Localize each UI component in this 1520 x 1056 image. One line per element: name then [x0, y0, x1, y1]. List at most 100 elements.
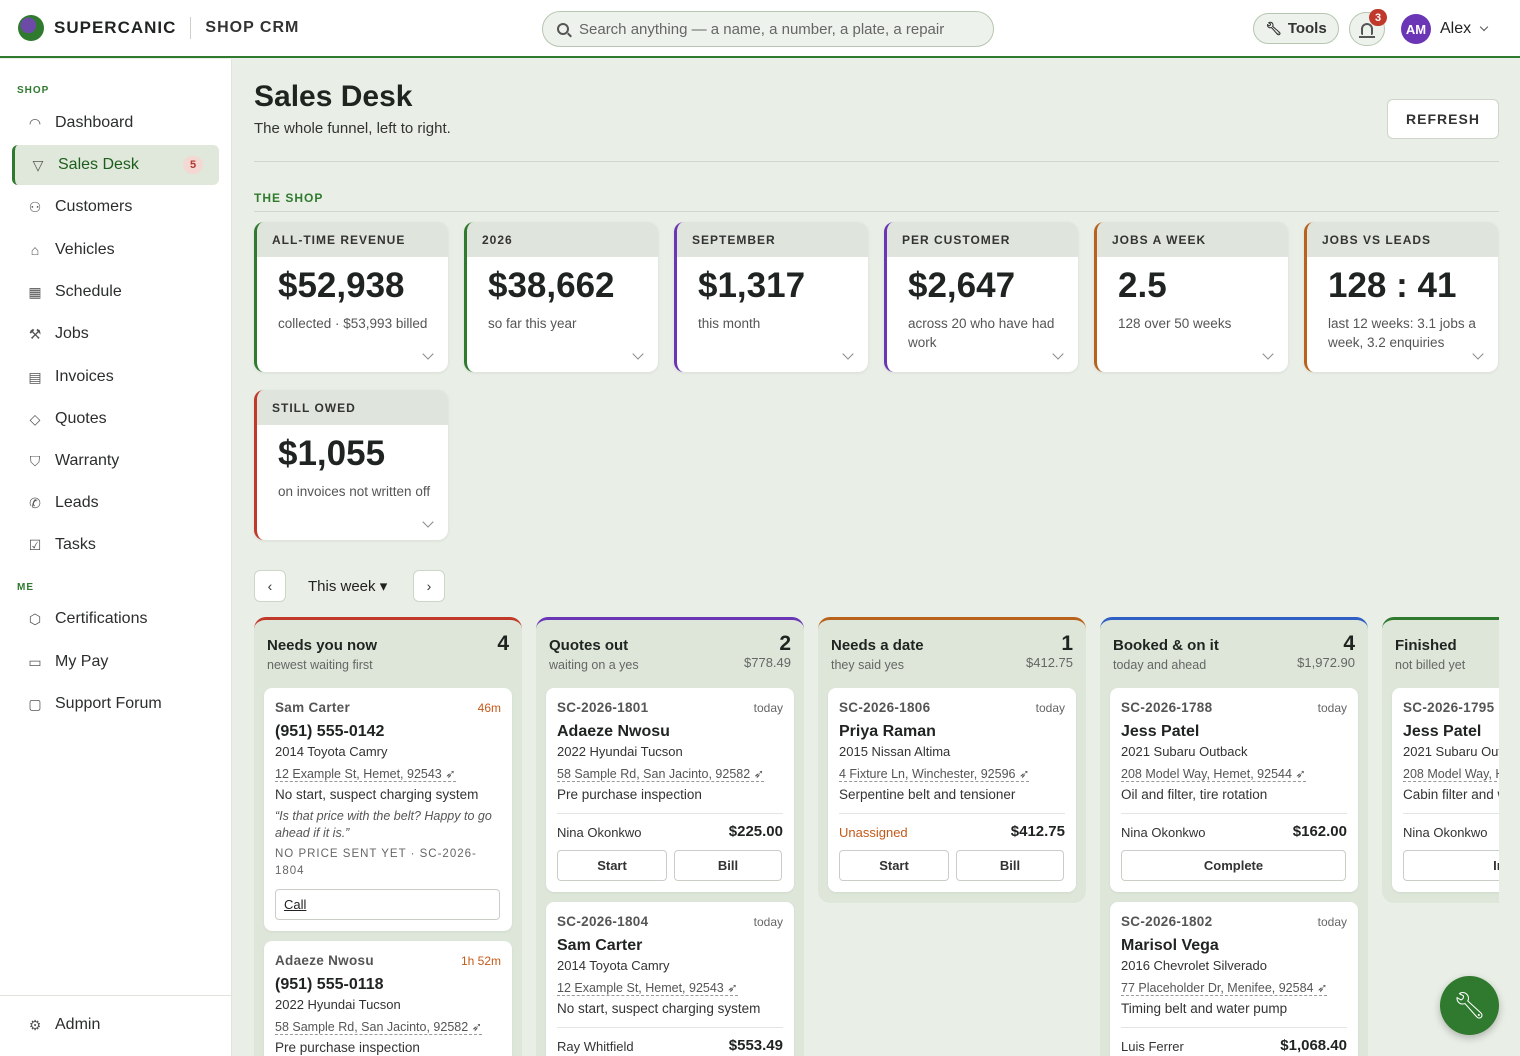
sidebar-item-admin[interactable]: ⚙ Admin — [12, 1005, 219, 1045]
divider — [254, 211, 1499, 212]
sidebar-item-quotes[interactable]: ◇ Quotes — [12, 399, 219, 439]
search-input[interactable] — [579, 20, 979, 38]
brand-logo — [18, 15, 44, 41]
badge-icon: ⬡ — [28, 610, 42, 627]
kpi-label: SEPTEMBER — [677, 222, 868, 257]
job-card[interactable]: SC-2026-1804 today Sam Carter 2014 Toyot… — [546, 902, 794, 1056]
sidebar-item-my-pay[interactable]: ▭ My Pay — [12, 642, 219, 682]
job-date: today — [1317, 915, 1347, 929]
kpi-label: JOBS A WEEK — [1097, 222, 1288, 257]
kpi-card-jobs-vs-leads[interactable]: JOBS VS LEADS 128 : 41 last 12 weeks: 3.… — [1304, 222, 1498, 372]
job-card[interactable]: SC-2026-1788 today Jess Patel 2021 Subar… — [1110, 688, 1358, 892]
job-date: today — [1317, 701, 1347, 715]
job-number: SC-2026-1801 — [557, 700, 649, 715]
kpi-subtext: so far this year — [488, 316, 577, 331]
notification-count-badge: 3 — [1369, 9, 1387, 26]
bill-button[interactable]: Bill — [674, 850, 782, 881]
job-description: Cabin filter and wipers — [1403, 787, 1499, 802]
brand[interactable]: SUPERCANIC SHOP CRM — [0, 15, 520, 41]
product-name: SHOP CRM — [205, 19, 300, 36]
kpi-label: JOBS VS LEADS — [1307, 222, 1498, 257]
job-card[interactable]: SC-2026-1801 today Adaeze Nwosu 2022 Hyu… — [546, 688, 794, 892]
job-date: today — [753, 701, 783, 715]
divider — [839, 813, 1065, 814]
wrench-icon: 🔧︎ — [1265, 20, 1282, 36]
tools-button[interactable]: 🔧︎ Tools — [1253, 13, 1339, 44]
bill-button[interactable]: Bill — [956, 850, 1064, 881]
column-count: 4 — [1343, 632, 1355, 655]
job-card[interactable]: SC-2026-1802 today Marisol Vega 2016 Che… — [1110, 902, 1358, 1056]
job-price: $553.49 — [728, 1037, 783, 1054]
kpi-card-september[interactable]: SEPTEMBER $1,317 this month — [674, 222, 868, 372]
address-link[interactable]: 58 Sample Rd, San Jacinto, 92582 ➶ — [557, 766, 765, 782]
address-link[interactable]: 208 Model Way, Hemet, 92544 ➶ — [1121, 766, 1306, 782]
column-subtitle: waiting on a yes — [549, 658, 639, 672]
job-card[interactable]: SC-2026-1806 today Priya Raman 2015 Niss… — [828, 688, 1076, 892]
sidebar-item-support-forum[interactable]: ▢ Support Forum — [12, 684, 219, 724]
sidebar-item-customers[interactable]: ⚇ Customers — [12, 187, 219, 227]
sidebar-item-tasks[interactable]: ☑ Tasks — [12, 525, 219, 565]
sidebar-item-label: Invoices — [55, 368, 114, 385]
user-name: Alex — [1440, 20, 1472, 37]
sidebar-item-label: Sales Desk — [58, 156, 139, 173]
call-button[interactable]: Call — [275, 889, 500, 920]
sidebar-item-label: Leads — [55, 494, 99, 511]
address-link[interactable]: 77 Placeholder Dr, Menifee, 92584 ➶ — [1121, 980, 1328, 996]
quick-tools-fab[interactable]: 🔧︎ — [1440, 976, 1499, 1035]
shield-icon: ⛉ — [29, 452, 41, 469]
wrench-icon: 🔧︎ — [1452, 990, 1486, 1020]
kpi-card-still-owed[interactable]: STILL OWED $1,055 on invoices not writte… — [254, 390, 448, 540]
column-title: Quotes out — [549, 637, 629, 654]
sidebar-item-invoices[interactable]: ▤ Invoices — [12, 357, 219, 397]
divider — [254, 161, 1499, 162]
sidebar-item-warranty[interactable]: ⛉ Warranty — [12, 441, 219, 481]
kpi-card-per-customer[interactable]: PER CUSTOMER $2,647 across 20 who have h… — [884, 222, 1078, 372]
top-bar: SUPERCANIC SHOP CRM 🔧︎ Tools 3 AM Alex — [0, 0, 1520, 58]
sidebar-item-vehicles[interactable]: ⌂ Vehicles — [12, 230, 219, 270]
address-link[interactable]: 12 Example St, Hemet, 92543 ➶ — [557, 980, 738, 996]
refresh-button[interactable]: REFRESH — [1387, 99, 1499, 139]
address-link[interactable]: 208 Model Way, Hemet, 92544 ➶ — [1403, 766, 1499, 782]
invoice-button[interactable]: Invoice — [1403, 850, 1499, 881]
phone-number: (951) 555-0118 — [275, 976, 384, 993]
column-count: 1 — [1061, 632, 1073, 655]
kpi-card-jobs-a-week[interactable]: JOBS A WEEK 2.5 128 over 50 weeks — [1094, 222, 1288, 372]
sidebar-item-leads[interactable]: ✆ Leads — [12, 483, 219, 523]
technician: Nina Okonkwo — [557, 825, 642, 840]
sidebar-item-jobs[interactable]: ⚒ Jobs — [12, 314, 219, 354]
sidebar-item-sales-desk[interactable]: ▽ Sales Desk 5 — [12, 145, 219, 185]
next-week-button[interactable]: › — [413, 570, 445, 602]
global-search[interactable] — [542, 11, 994, 47]
address-link[interactable]: 58 Sample Rd, San Jacinto, 92582 ➶ — [275, 1019, 483, 1035]
receipt-icon: ▤ — [28, 368, 42, 385]
section-label: THE SHOP — [254, 191, 324, 205]
start-button[interactable]: Start — [557, 850, 667, 881]
job-description: Pre purchase inspection — [557, 787, 702, 802]
previous-week-button[interactable]: ‹ — [254, 570, 286, 602]
lead-card[interactable]: Adaeze Nwosu 1h 52m (951) 555-0118 2022 … — [264, 941, 512, 1056]
sidebar-item-schedule[interactable]: ▦ Schedule — [12, 272, 219, 312]
job-number: SC-2026-1804 — [557, 914, 649, 929]
user-menu[interactable]: AM Alex — [1401, 14, 1489, 44]
address-link[interactable]: 12 Example St, Hemet, 92543 ➶ — [275, 766, 456, 782]
sidebar-item-label: Jobs — [55, 325, 89, 342]
vehicle: 2015 Nissan Altima — [839, 744, 951, 759]
sidebar-item-label: Schedule — [55, 283, 122, 300]
lead-card[interactable]: Sam Carter 46m (951) 555-0142 2014 Toyot… — [264, 688, 512, 931]
sidebar-item-certifications[interactable]: ⬡ Certifications — [12, 599, 219, 639]
job-date: today — [1035, 701, 1065, 715]
chevron-down-icon — [422, 516, 434, 528]
calendar-icon: ▦ — [28, 283, 42, 300]
column-count: 4 — [497, 632, 509, 655]
avatar: AM — [1401, 14, 1431, 44]
kpi-subtext: last 12 weeks: 3.1 jobs a week, 3.2 enqu… — [1328, 316, 1476, 350]
column-subtitle: today and ahead — [1113, 658, 1207, 672]
address-link[interactable]: 4 Fixture Ln, Winchester, 92596 ➶ — [839, 766, 1030, 782]
kpi-card-2026[interactable]: 2026 $38,662 so far this year — [464, 222, 658, 372]
week-selector[interactable]: This week ▾ — [308, 577, 387, 595]
complete-button[interactable]: Complete — [1121, 850, 1346, 881]
sidebar-item-dashboard[interactable]: ◠ Dashboard — [12, 103, 219, 143]
job-card[interactable]: SC-2026-1795 Jess Patel 2021 Subaru Outb… — [1392, 688, 1499, 892]
start-button[interactable]: Start — [839, 850, 949, 881]
kpi-card-all-time-revenue[interactable]: ALL-TIME REVENUE $52,938 collected · $53… — [254, 222, 448, 372]
